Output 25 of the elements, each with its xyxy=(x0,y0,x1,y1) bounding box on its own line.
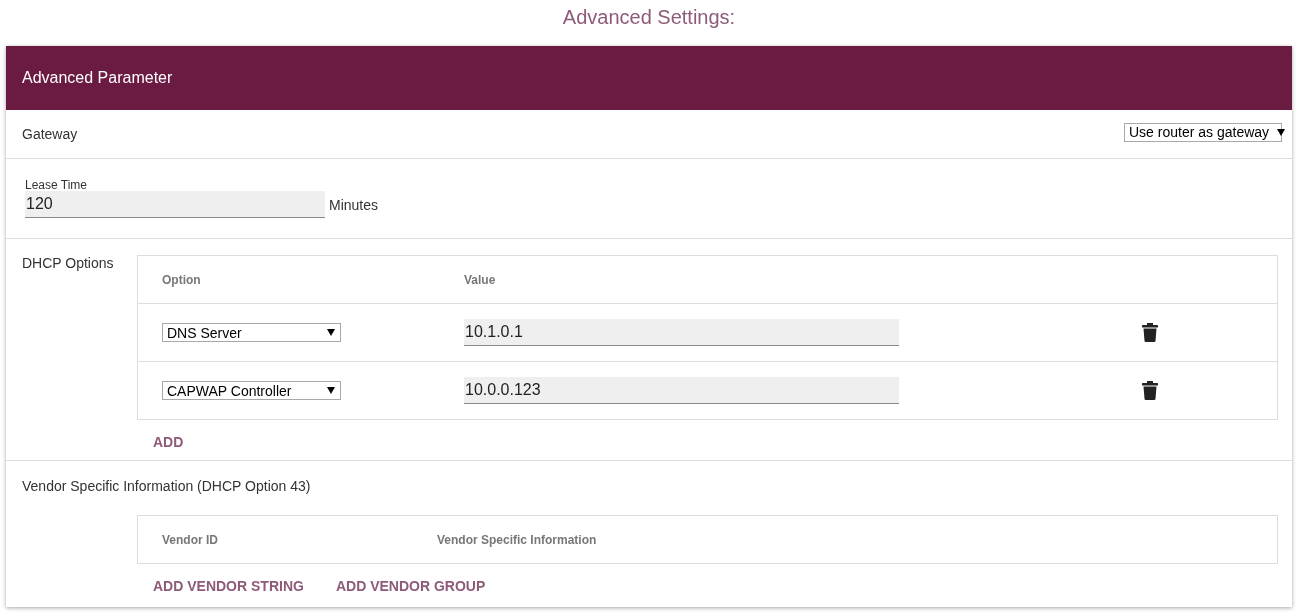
caret-icon xyxy=(1277,128,1286,136)
option-select[interactable]: DNS Server xyxy=(162,323,341,342)
trash-icon[interactable] xyxy=(1142,323,1158,342)
lease-time-field[interactable]: 120 xyxy=(25,191,325,218)
caret-icon xyxy=(327,387,335,394)
field-label: Lease Time xyxy=(25,179,89,191)
value-field[interactable]: 10.1.0.1 xyxy=(464,319,899,346)
trash-icon[interactable] xyxy=(1142,381,1158,400)
card-title: Advanced Parameter xyxy=(22,69,173,87)
page-title: Advanced Settings: xyxy=(562,6,736,29)
section-label: DHCP Options xyxy=(22,255,115,273)
column-header: Option xyxy=(162,272,202,287)
gateway-select[interactable]: Use router as gateway xyxy=(1124,122,1282,142)
column-header: Vendor Specific Information xyxy=(437,532,598,547)
value-field[interactable]: 10.0.0.123 xyxy=(464,377,899,404)
option-select[interactable]: CAPWAP Controller xyxy=(162,381,341,400)
gateway-label: Gateway xyxy=(22,126,78,142)
add-vendor-button[interactable]: ADD VENDOR GROUP xyxy=(335,578,486,594)
column-header: Value xyxy=(464,272,497,287)
column-header: Vendor ID xyxy=(162,532,219,547)
add-vendor-button[interactable]: ADD VENDOR STRING xyxy=(153,578,304,594)
caret-icon xyxy=(327,329,335,336)
unit-label: Minutes xyxy=(329,196,379,213)
section-label: Vendor Specific Information (DHCP Option 43) xyxy=(22,478,311,494)
add-button[interactable]: ADD xyxy=(153,434,184,450)
